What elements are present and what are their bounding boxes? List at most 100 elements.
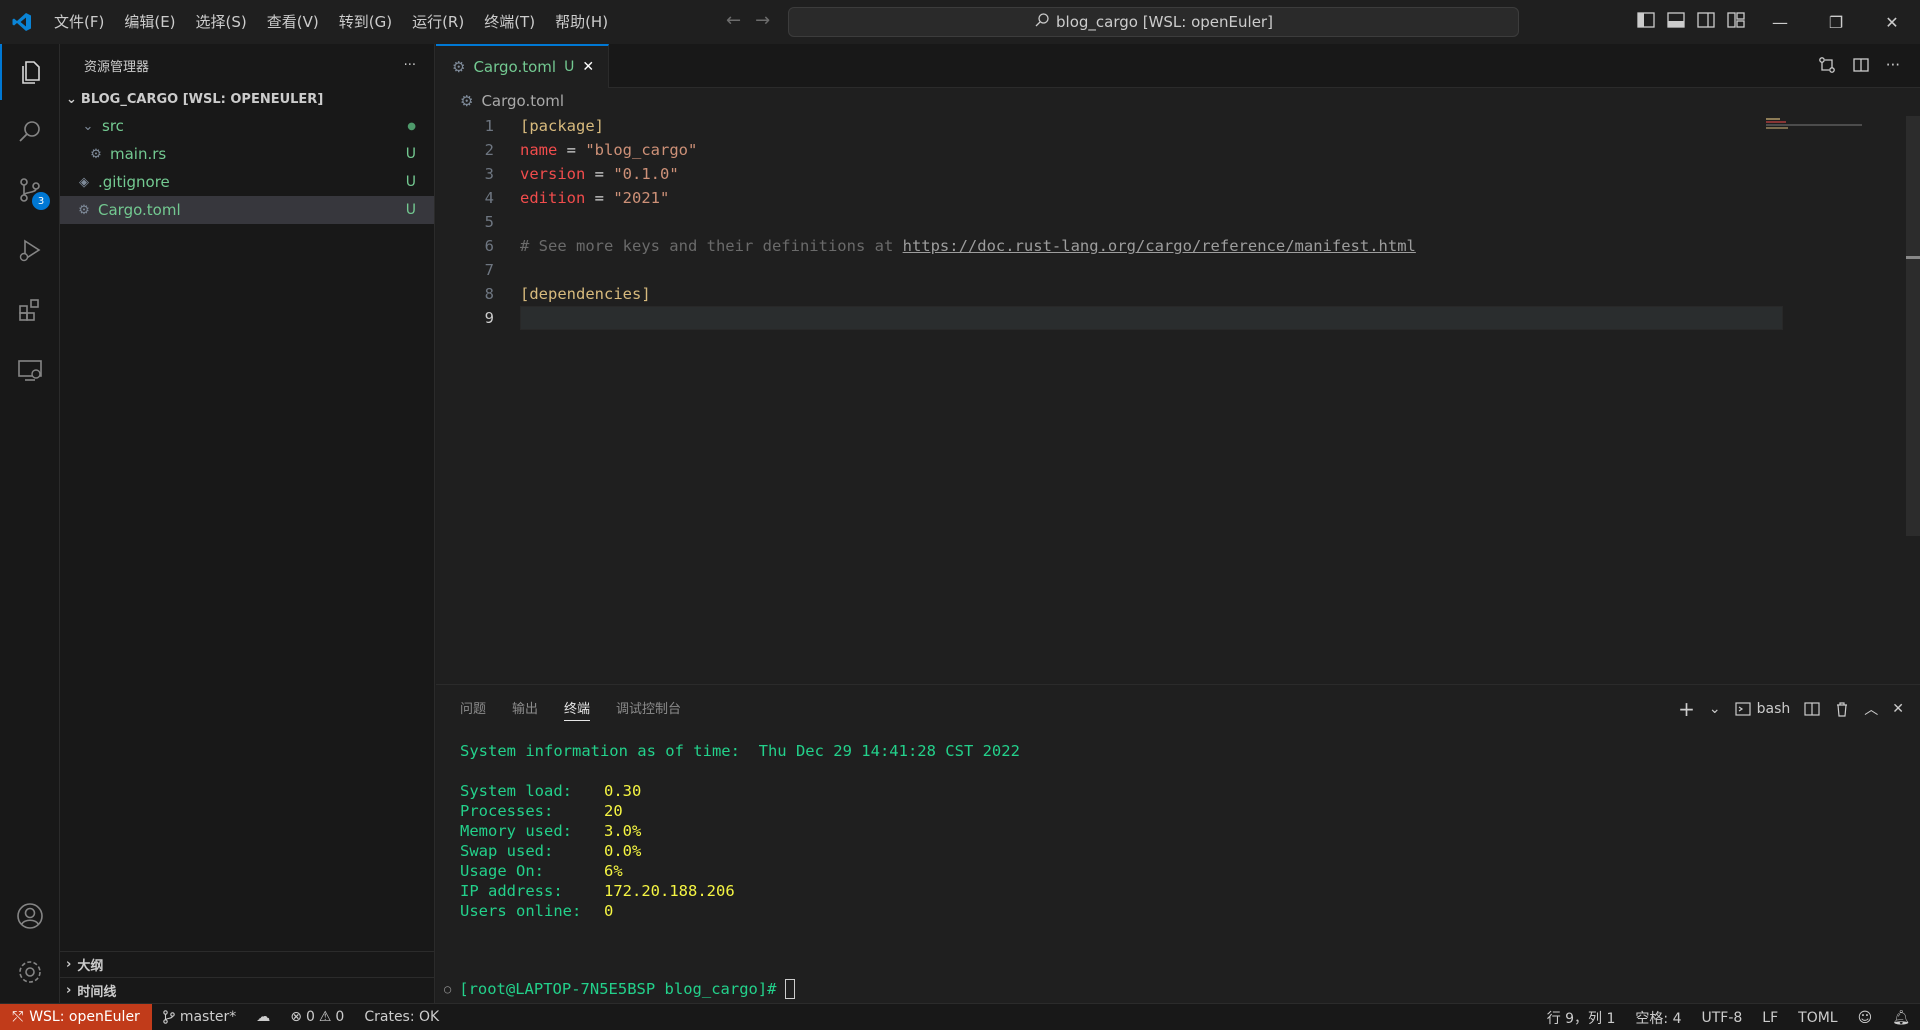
back-arrow-icon[interactable]: ← <box>726 10 741 31</box>
notifications-bell-icon[interactable]: 🔔︎ <box>1882 1004 1920 1030</box>
minimap[interactable] <box>1764 116 1864 136</box>
maximize-panel-chevron-up-icon[interactable]: ︿ <box>1864 699 1878 719</box>
restore-icon[interactable]: ❐ <box>1808 0 1864 44</box>
toml-eq: = <box>585 165 614 183</box>
terminal-label: Memory used: <box>460 822 572 840</box>
feedback-icon[interactable]: ☺ <box>1848 1004 1883 1030</box>
breadcrumb-file[interactable]: Cargo.toml <box>481 92 564 110</box>
code-editor[interactable]: 1 [package] 2 name = "blog_cargo" 3 version… <box>436 114 1920 330</box>
remote-explorer-icon[interactable] <box>0 342 60 398</box>
outline-section[interactable]: › 大纲 <box>60 951 435 977</box>
tab-status: U <box>564 59 575 75</box>
trash-icon[interactable] <box>1834 701 1850 717</box>
terminal-prompt[interactable]: ○ [root@LAPTOP-7N5E5BSP blog_cargo]# <box>444 979 795 999</box>
toggle-secondary-sidebar-icon[interactable] <box>1696 10 1716 30</box>
panel-actions: + ⌄ bash ︿ ✕ <box>1678 697 1904 721</box>
encoding[interactable]: UTF-8 <box>1691 1004 1752 1030</box>
problems-summary[interactable]: ⊗ 0 ⚠ 0 <box>280 1004 354 1030</box>
terminal-line: Processes: 20 <box>460 801 1920 821</box>
editor-scrollbar[interactable] <box>1906 116 1920 536</box>
sync-changes[interactable]: ☁ <box>246 1004 280 1030</box>
line-number: 7 <box>484 261 494 279</box>
new-terminal-plus-icon[interactable]: + <box>1678 697 1695 721</box>
menu-run[interactable]: 运行(R) <box>402 7 474 37</box>
tab-problems[interactable]: 问题 <box>460 685 486 729</box>
untracked-status: U <box>405 146 416 162</box>
terminal-line: System information as of time: Thu Dec 2… <box>460 741 1920 761</box>
tab-debug-console[interactable]: 调试控制台 <box>616 685 681 729</box>
navigation-arrows: ← → <box>726 10 770 31</box>
extensions-icon[interactable] <box>0 282 60 338</box>
chevron-down-icon[interactable]: ⌄ <box>1709 701 1721 717</box>
panel-tabs: 问题 输出 终端 调试控制台 + ⌄ bash ︿ ✕ <box>436 685 1920 729</box>
customize-layout-icon[interactable] <box>1726 10 1746 30</box>
tree-file-main-rs[interactable]: ⚙ main.rs U <box>60 140 434 168</box>
menu-help[interactable]: 帮助(H) <box>545 7 618 37</box>
crates-status[interactable]: Crates: OK <box>354 1004 449 1030</box>
menu-go[interactable]: 转到(G) <box>329 7 402 37</box>
close-window-icon[interactable]: ✕ <box>1864 0 1920 44</box>
toggle-panel-icon[interactable] <box>1666 10 1686 30</box>
toml-value: "blog_cargo" <box>585 141 698 159</box>
workspace-header[interactable]: ⌄ BLOG_CARGO [WSL: OPENEULER] <box>60 86 434 112</box>
terminal-value: 6% <box>604 862 623 880</box>
tree-label: src <box>102 117 124 135</box>
minimize-icon[interactable]: — <box>1752 0 1808 44</box>
source-control-icon[interactable]: 3 <box>0 162 60 218</box>
accounts-icon[interactable] <box>0 888 60 944</box>
search-icon[interactable] <box>0 104 60 160</box>
run-debug-icon[interactable] <box>0 222 60 278</box>
tree-file-cargo-toml[interactable]: ⚙ Cargo.toml U <box>60 196 434 224</box>
command-decoration-icon: ○ <box>444 982 452 996</box>
close-tab-icon[interactable]: ✕ <box>582 59 594 75</box>
end-of-line[interactable]: LF <box>1752 1004 1788 1030</box>
terminal-label: System information as of time: <box>460 742 740 760</box>
crates-label: Crates: OK <box>364 1009 440 1025</box>
tab-output[interactable]: 输出 <box>512 685 538 729</box>
title-bar: 文件(F) 编辑(E) 选择(S) 查看(V) 转到(G) 运行(R) 终端(T… <box>0 0 1920 44</box>
tree-file-gitignore[interactable]: ◈ .gitignore U <box>60 168 434 196</box>
terminal-label: Usage On: <box>460 862 544 880</box>
terminal-icon <box>1735 702 1751 716</box>
close-panel-icon[interactable]: ✕ <box>1892 701 1904 717</box>
git-branch[interactable]: master* <box>152 1004 246 1030</box>
terminal-value: Thu Dec 29 14:41:28 CST 2022 <box>758 742 1020 760</box>
menu-view[interactable]: 查看(V) <box>257 7 329 37</box>
chevron-right-icon: › <box>66 983 72 998</box>
toml-comment: # See more keys and their definitions at <box>520 237 903 255</box>
forward-arrow-icon[interactable]: → <box>755 10 770 31</box>
terminal-output[interactable]: System information as of time: Thu Dec 2… <box>436 729 1920 921</box>
line-number: 3 <box>484 165 494 183</box>
settings-gear-icon[interactable] <box>0 944 60 1000</box>
manifest-link[interactable]: https://doc.rust-lang.org/cargo/referenc… <box>903 237 1416 255</box>
menu-selection[interactable]: 选择(S) <box>186 7 257 37</box>
menu-terminal[interactable]: 终端(T) <box>474 7 545 37</box>
warning-count: 0 <box>335 1009 345 1025</box>
terminal-profile[interactable]: bash <box>1735 701 1790 717</box>
vscode-window: 文件(F) 编辑(E) 选择(S) 查看(V) 转到(G) 运行(R) 终端(T… <box>0 0 1920 1030</box>
tab-terminal[interactable]: 终端 <box>564 685 591 729</box>
status-bar-right: 行 9，列 1 空格: 4 UTF-8 LF TOML ☺ 🔔︎ <box>1537 1004 1920 1030</box>
tree-folder-src[interactable]: ⌄ src ● <box>60 112 434 140</box>
explorer-icon[interactable] <box>0 44 60 100</box>
terminal-line: Users online: 0 <box>460 901 1920 921</box>
timeline-section[interactable]: › 时间线 <box>60 977 435 1003</box>
open-changes-icon[interactable] <box>1818 56 1836 74</box>
more-actions-icon[interactable]: ··· <box>404 58 416 73</box>
status-bar: ⤲ WSL: openEuler master* ☁ ⊗ 0 ⚠ 0 Crate… <box>0 1003 1920 1030</box>
menu-edit[interactable]: 编辑(E) <box>114 7 185 37</box>
toggle-primary-sidebar-icon[interactable] <box>1636 10 1656 30</box>
indentation[interactable]: 空格: 4 <box>1625 1004 1691 1030</box>
rust-file-icon: ⚙ <box>90 146 102 162</box>
language-mode[interactable]: TOML <box>1788 1004 1847 1030</box>
line-number: 8 <box>484 285 494 303</box>
command-center-search[interactable]: blog_cargo [WSL: openEuler] <box>788 7 1519 37</box>
remote-indicator[interactable]: ⤲ WSL: openEuler <box>0 1003 152 1030</box>
toml-value: "0.1.0" <box>613 165 679 183</box>
more-actions-icon[interactable]: ··· <box>1886 56 1900 74</box>
split-editor-icon[interactable] <box>1852 56 1870 74</box>
split-terminal-icon[interactable] <box>1804 701 1820 717</box>
tab-cargo-toml[interactable]: ⚙ Cargo.toml U ✕ <box>436 44 610 88</box>
cursor-position[interactable]: 行 9，列 1 <box>1537 1004 1626 1030</box>
menu-file[interactable]: 文件(F) <box>44 7 114 37</box>
